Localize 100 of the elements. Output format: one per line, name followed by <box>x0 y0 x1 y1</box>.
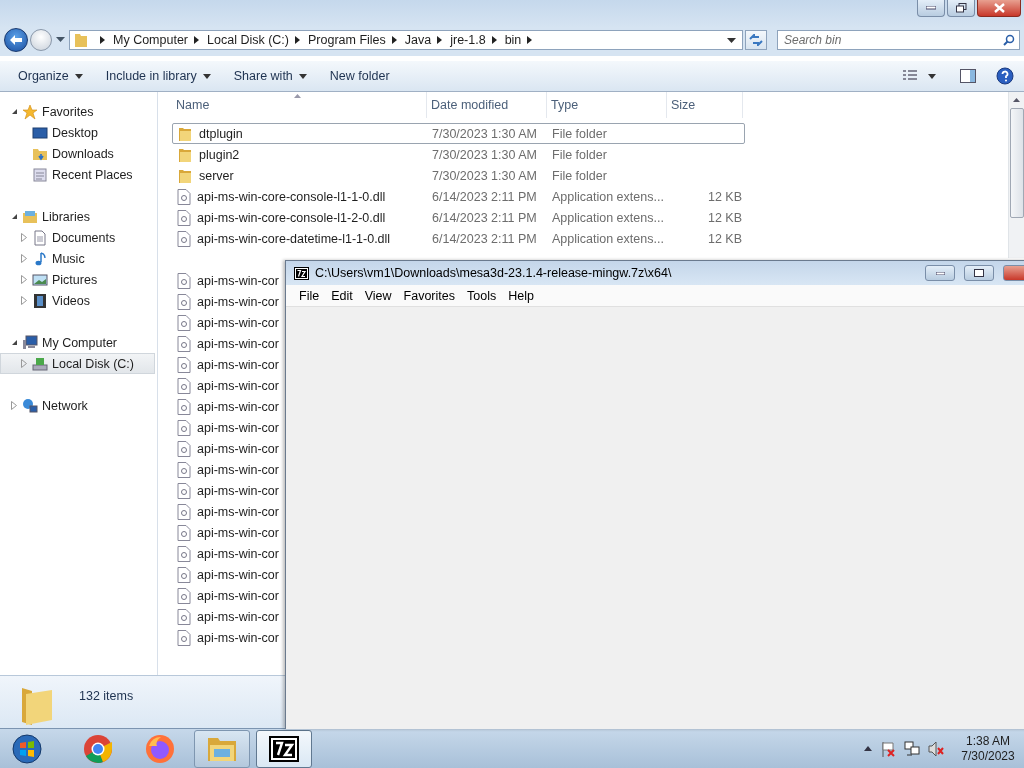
maximize-button[interactable] <box>964 265 994 281</box>
file-icon <box>177 503 191 520</box>
nav-item[interactable]: Documents <box>0 227 155 248</box>
back-button[interactable] <box>4 28 28 52</box>
separator-arrow-icon[interactable] <box>527 36 533 44</box>
close-button[interactable] <box>977 0 1021 17</box>
nav-item[interactable]: Videos <box>0 290 155 311</box>
caret-icon <box>74 73 83 79</box>
date-cell-text: 7/30/2023 1:30 AM <box>431 126 538 141</box>
refresh-button[interactable] <box>745 30 767 50</box>
search-field[interactable]: Search bin <box>777 30 1020 50</box>
start-button[interactable] <box>10 731 44 766</box>
column-header[interactable]: Type <box>547 92 667 118</box>
nav-item[interactable]: Downloads <box>0 143 155 164</box>
nav-item[interactable]: Network <box>0 395 155 416</box>
nav-item[interactable]: My Computer <box>0 332 155 353</box>
file-name: api-ms-win-core-console-l1-2-0.dll <box>197 210 386 225</box>
breadcrumb[interactable]: jre-1.8 <box>450 33 486 47</box>
collapsed-arrow-icon[interactable] <box>21 296 27 305</box>
dropdown-arrow-icon[interactable] <box>56 37 65 43</box>
nav-item[interactable]: Desktop <box>0 122 155 143</box>
collapsed-arrow-icon[interactable] <box>21 254 27 263</box>
breadcrumb[interactable]: bin <box>504 33 522 47</box>
separator-arrow-icon[interactable] <box>437 36 443 44</box>
file-row[interactable]: api-ms-win-cor <box>172 522 280 543</box>
scrollbar[interactable] <box>1008 92 1024 258</box>
file-row[interactable]: api-ms-win-cor <box>172 354 280 375</box>
file-row[interactable]: api-ms-win-core-datetime-l1-1-0.dll 6/14/2023 2:11 PM Application extens... 12 KB <box>172 228 745 249</box>
menu-item[interactable]: File <box>293 286 326 305</box>
separator-arrow-icon[interactable] <box>491 36 497 44</box>
file-row[interactable]: api-ms-win-cor <box>172 606 280 627</box>
caret-icon[interactable] <box>928 73 936 79</box>
menu-item[interactable]: Favorites <box>397 286 461 305</box>
breadcrumb[interactable]: Java <box>404 33 432 47</box>
menu-item[interactable]: Help <box>502 286 540 305</box>
nav-item[interactable]: Pictures <box>0 269 155 290</box>
file-row[interactable]: api-ms-win-cor <box>172 501 280 522</box>
taskbar-button[interactable] <box>256 729 312 768</box>
separator-arrow-icon[interactable] <box>391 36 397 44</box>
search-icon[interactable] <box>1003 34 1015 46</box>
minimize-icon <box>935 271 945 275</box>
menu-item[interactable]: Tools <box>461 286 503 305</box>
flag-icon[interactable] <box>880 740 896 757</box>
file-row[interactable]: api-ms-win-cor <box>172 585 280 606</box>
breadcrumb[interactable]: Local Disk (C:) <box>207 33 289 47</box>
scroll-up-arrow-icon[interactable] <box>1013 98 1020 102</box>
dropdown-arrow-icon[interactable] <box>727 37 736 43</box>
file-row[interactable]: api-ms-win-cor <box>172 270 280 291</box>
expanded-arrow-icon[interactable] <box>11 213 18 220</box>
file-row[interactable]: api-ms-win-cor <box>172 543 280 564</box>
file-row[interactable]: api-ms-win-core-console-l1-2-0.dll 6/14/2023 2:11 PM Application extens... 12 KB <box>172 207 745 228</box>
preview-pane-icon[interactable] <box>960 69 976 83</box>
nav-item[interactable]: Recent Places <box>0 164 155 185</box>
collapsed-arrow-icon[interactable] <box>11 401 17 410</box>
separator-arrow-icon[interactable] <box>194 36 200 44</box>
show-hidden-icons-icon[interactable] <box>864 746 872 751</box>
collapsed-arrow-icon[interactable] <box>21 275 27 284</box>
toolbar-button[interactable]: Organize <box>8 65 93 87</box>
expanded-arrow-icon[interactable] <box>11 339 18 346</box>
nav-item[interactable]: Favorites <box>0 101 155 122</box>
network-icon[interactable] <box>904 740 920 757</box>
help-icon[interactable] <box>996 67 1014 85</box>
file-row[interactable]: api-ms-win-cor <box>172 333 280 354</box>
file-row[interactable]: api-ms-win-cor <box>172 396 280 417</box>
file-row[interactable]: dtplugin 7/30/2023 1:30 AM File folder <box>172 123 745 144</box>
restore-button[interactable] <box>947 0 975 17</box>
column-header[interactable]: Date modified <box>427 92 547 118</box>
nav-item[interactable]: Local Disk (C:) <box>0 353 155 374</box>
collapsed-arrow-icon[interactable] <box>21 233 27 242</box>
nav-item[interactable]: Music <box>0 248 155 269</box>
breadcrumb[interactable]: Program Files <box>308 33 386 47</box>
address-bar[interactable]: My Computer Local Disk (C:) Program Files Java jre-1.8 bin <box>69 30 743 50</box>
file-row[interactable]: api-ms-win-cor <box>172 480 280 501</box>
toolbar-button[interactable]: Include in library <box>95 65 221 87</box>
file-row[interactable]: api-ms-win-cor <box>172 438 280 459</box>
file-row[interactable]: plugin2 7/30/2023 1:30 AM File folder <box>172 144 745 165</box>
file-row[interactable]: api-ms-win-cor <box>172 627 280 648</box>
minimize-button[interactable] <box>925 265 955 281</box>
menu-item[interactable]: View <box>358 286 398 305</box>
muted-speaker-icon[interactable] <box>928 740 944 757</box>
file-row[interactable]: api-ms-win-cor <box>172 375 280 396</box>
column-header[interactable]: Size <box>667 92 743 118</box>
breadcrumb[interactable]: My Computer <box>113 33 189 47</box>
file-row[interactable]: api-ms-win-cor <box>172 291 280 312</box>
toolbar-button[interactable]: Share with <box>223 65 317 87</box>
separator-arrow-icon[interactable] <box>100 36 105 44</box>
file-row[interactable]: api-ms-win-cor <box>172 459 280 480</box>
expanded-arrow-icon[interactable] <box>11 108 18 115</box>
menu-item[interactable]: Edit <box>325 286 359 305</box>
file-row[interactable]: api-ms-win-cor <box>172 564 280 585</box>
view-options-icon[interactable] <box>902 69 918 83</box>
file-row[interactable]: api-ms-win-core-console-l1-1-0.dll 6/14/2023 2:11 PM Application extens... 12 KB <box>172 186 745 207</box>
separator-arrow-icon[interactable] <box>295 36 300 44</box>
file-row[interactable]: api-ms-win-cor <box>172 312 280 333</box>
clock[interactable]: 1:38 AM 7/30/2023 <box>958 733 1018 764</box>
file-name: api-ms-win-cor <box>197 483 279 498</box>
toolbar-button[interactable]: New folder <box>319 65 400 87</box>
file-row[interactable]: server 7/30/2023 1:30 AM File folder <box>172 165 745 186</box>
nav-item[interactable]: Libraries <box>0 206 155 227</box>
file-row[interactable]: api-ms-win-cor <box>172 417 280 438</box>
